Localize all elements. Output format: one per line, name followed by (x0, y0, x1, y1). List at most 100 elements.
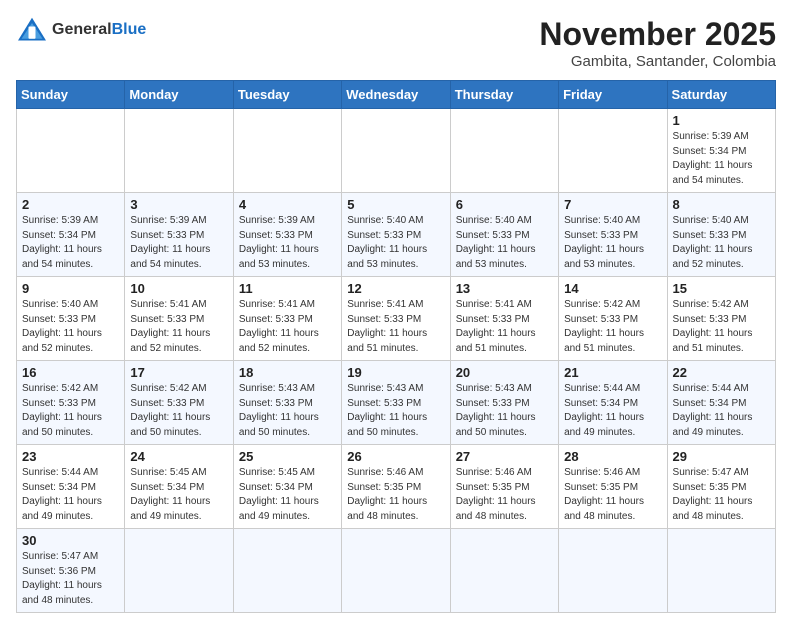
generalblue-logo-icon (16, 16, 48, 44)
day-info: Sunrise: 5:40 AM Sunset: 5:33 PM Dayligh… (673, 214, 770, 272)
day-info: Sunrise: 5:39 AM Sunset: 5:33 PM Dayligh… (130, 214, 227, 272)
day-cell: 18 Sunrise: 5:43 AM Sunset: 5:33 PM Dayli… (233, 361, 341, 445)
day-cell: 19 Sunrise: 5:43 AM Sunset: 5:33 PM Dayli… (342, 361, 450, 445)
day-number: 10 (130, 281, 227, 296)
day-cell (125, 109, 233, 193)
day-info: Sunrise: 5:44 AM Sunset: 5:34 PM Dayligh… (673, 382, 770, 440)
calendar: SundayMondayTuesdayWednesdayThursdayFrid… (16, 80, 776, 613)
day-cell: 15 Sunrise: 5:42 AM Sunset: 5:33 PM Dayli… (667, 277, 775, 361)
day-cell (667, 529, 775, 613)
week-row-6: 30 Sunrise: 5:47 AM Sunset: 5:36 PM Dayli… (17, 529, 776, 613)
weekday-header-saturday: Saturday (667, 81, 775, 109)
day-info: Sunrise: 5:39 AM Sunset: 5:34 PM Dayligh… (673, 130, 770, 188)
day-number: 22 (673, 365, 770, 380)
day-cell (342, 109, 450, 193)
day-number: 20 (456, 365, 553, 380)
weekday-header-wednesday: Wednesday (342, 81, 450, 109)
day-cell: 10 Sunrise: 5:41 AM Sunset: 5:33 PM Dayli… (125, 277, 233, 361)
day-cell: 28Sunrise: 5:46 AM Sunset: 5:35 PM Dayli… (559, 445, 667, 529)
day-info: Sunrise: 5:46 AM Sunset: 5:35 PM Dayligh… (456, 466, 553, 524)
weekday-header-friday: Friday (559, 81, 667, 109)
day-info: Sunrise: 5:40 AM Sunset: 5:33 PM Dayligh… (347, 214, 444, 272)
day-cell: 23 Sunrise: 5:44 AM Sunset: 5:34 PM Dayli… (17, 445, 125, 529)
day-cell (233, 529, 341, 613)
weekday-header-row: SundayMondayTuesdayWednesdayThursdayFrid… (17, 81, 776, 109)
day-cell (342, 529, 450, 613)
day-cell: 30 Sunrise: 5:47 AM Sunset: 5:36 PM Dayli… (17, 529, 125, 613)
day-info: Sunrise: 5:47 AM Sunset: 5:36 PM Dayligh… (22, 550, 119, 608)
day-info: Sunrise: 5:47 AM Sunset: 5:35 PM Dayligh… (673, 466, 770, 524)
day-cell (233, 109, 341, 193)
day-number: 3 (130, 197, 227, 212)
day-number: 15 (673, 281, 770, 296)
day-cell: 7 Sunrise: 5:40 AM Sunset: 5:33 PM Daylig… (559, 193, 667, 277)
logo-general: General (52, 21, 112, 38)
day-cell: 26Sunrise: 5:46 AM Sunset: 5:35 PM Dayli… (342, 445, 450, 529)
day-info: Sunrise: 5:44 AM Sunset: 5:34 PM Dayligh… (564, 382, 661, 440)
day-cell: 12Sunrise: 5:41 AM Sunset: 5:33 PM Dayli… (342, 277, 450, 361)
day-cell (559, 529, 667, 613)
day-cell (450, 109, 558, 193)
day-cell: 1Sunrise: 5:39 AM Sunset: 5:34 PM Daylig… (667, 109, 775, 193)
weekday-header-sunday: Sunday (17, 81, 125, 109)
title-area: November 2025 Gambita, Santander, Colomb… (539, 16, 776, 70)
day-cell: 20 Sunrise: 5:43 AM Sunset: 5:33 PM Dayli… (450, 361, 558, 445)
weekday-header-thursday: Thursday (450, 81, 558, 109)
day-number: 23 (22, 449, 119, 464)
day-info: Sunrise: 5:40 AM Sunset: 5:33 PM Dayligh… (564, 214, 661, 272)
day-info: Sunrise: 5:39 AM Sunset: 5:34 PM Dayligh… (22, 214, 119, 272)
day-cell: 5 Sunrise: 5:40 AM Sunset: 5:33 PM Daylig… (342, 193, 450, 277)
day-number: 13 (456, 281, 553, 296)
day-cell: 22 Sunrise: 5:44 AM Sunset: 5:34 PM Dayli… (667, 361, 775, 445)
day-info: Sunrise: 5:46 AM Sunset: 5:35 PM Dayligh… (564, 466, 661, 524)
week-row-1: 1Sunrise: 5:39 AM Sunset: 5:34 PM Daylig… (17, 109, 776, 193)
week-row-2: 2 Sunrise: 5:39 AM Sunset: 5:34 PM Daylig… (17, 193, 776, 277)
day-number: 14 (564, 281, 661, 296)
day-info: Sunrise: 5:43 AM Sunset: 5:33 PM Dayligh… (239, 382, 336, 440)
day-cell: 29 Sunrise: 5:47 AM Sunset: 5:35 PM Dayli… (667, 445, 775, 529)
day-info: Sunrise: 5:43 AM Sunset: 5:33 PM Dayligh… (456, 382, 553, 440)
day-number: 18 (239, 365, 336, 380)
day-number: 19 (347, 365, 444, 380)
day-cell: 4Sunrise: 5:39 AM Sunset: 5:33 PM Daylig… (233, 193, 341, 277)
day-info: Sunrise: 5:43 AM Sunset: 5:33 PM Dayligh… (347, 382, 444, 440)
day-cell: 11 Sunrise: 5:41 AM Sunset: 5:33 PM Dayli… (233, 277, 341, 361)
month-title: November 2025 (539, 16, 776, 53)
day-info: Sunrise: 5:44 AM Sunset: 5:34 PM Dayligh… (22, 466, 119, 524)
day-number: 25 (239, 449, 336, 464)
day-number: 21 (564, 365, 661, 380)
day-cell: 8 Sunrise: 5:40 AM Sunset: 5:33 PM Daylig… (667, 193, 775, 277)
day-number: 26 (347, 449, 444, 464)
day-cell: 9 Sunrise: 5:40 AM Sunset: 5:33 PM Daylig… (17, 277, 125, 361)
day-number: 7 (564, 197, 661, 212)
day-info: Sunrise: 5:42 AM Sunset: 5:33 PM Dayligh… (22, 382, 119, 440)
day-info: Sunrise: 5:41 AM Sunset: 5:33 PM Dayligh… (130, 298, 227, 356)
day-number: 5 (347, 197, 444, 212)
day-cell: 24Sunrise: 5:45 AM Sunset: 5:34 PM Dayli… (125, 445, 233, 529)
day-cell: 27Sunrise: 5:46 AM Sunset: 5:35 PM Dayli… (450, 445, 558, 529)
day-info: Sunrise: 5:40 AM Sunset: 5:33 PM Dayligh… (22, 298, 119, 356)
day-info: Sunrise: 5:41 AM Sunset: 5:33 PM Dayligh… (347, 298, 444, 356)
day-info: Sunrise: 5:45 AM Sunset: 5:34 PM Dayligh… (130, 466, 227, 524)
day-info: Sunrise: 5:42 AM Sunset: 5:33 PM Dayligh… (564, 298, 661, 356)
day-info: Sunrise: 5:40 AM Sunset: 5:33 PM Dayligh… (456, 214, 553, 272)
logo-blue: Blue (112, 21, 147, 38)
day-number: 9 (22, 281, 119, 296)
day-cell: 6 Sunrise: 5:40 AM Sunset: 5:33 PM Daylig… (450, 193, 558, 277)
day-number: 6 (456, 197, 553, 212)
logo-text: GeneralBlue (52, 21, 146, 39)
day-cell (559, 109, 667, 193)
day-info: Sunrise: 5:39 AM Sunset: 5:33 PM Dayligh… (239, 214, 336, 272)
day-number: 29 (673, 449, 770, 464)
day-cell: 25 Sunrise: 5:45 AM Sunset: 5:34 PM Dayli… (233, 445, 341, 529)
day-number: 2 (22, 197, 119, 212)
day-cell: 14 Sunrise: 5:42 AM Sunset: 5:33 PM Dayli… (559, 277, 667, 361)
day-number: 30 (22, 533, 119, 548)
day-info: Sunrise: 5:42 AM Sunset: 5:33 PM Dayligh… (673, 298, 770, 356)
week-row-5: 23 Sunrise: 5:44 AM Sunset: 5:34 PM Dayli… (17, 445, 776, 529)
day-info: Sunrise: 5:45 AM Sunset: 5:34 PM Dayligh… (239, 466, 336, 524)
day-number: 11 (239, 281, 336, 296)
day-info: Sunrise: 5:41 AM Sunset: 5:33 PM Dayligh… (239, 298, 336, 356)
day-number: 8 (673, 197, 770, 212)
day-cell: 13Sunrise: 5:41 AM Sunset: 5:33 PM Dayli… (450, 277, 558, 361)
